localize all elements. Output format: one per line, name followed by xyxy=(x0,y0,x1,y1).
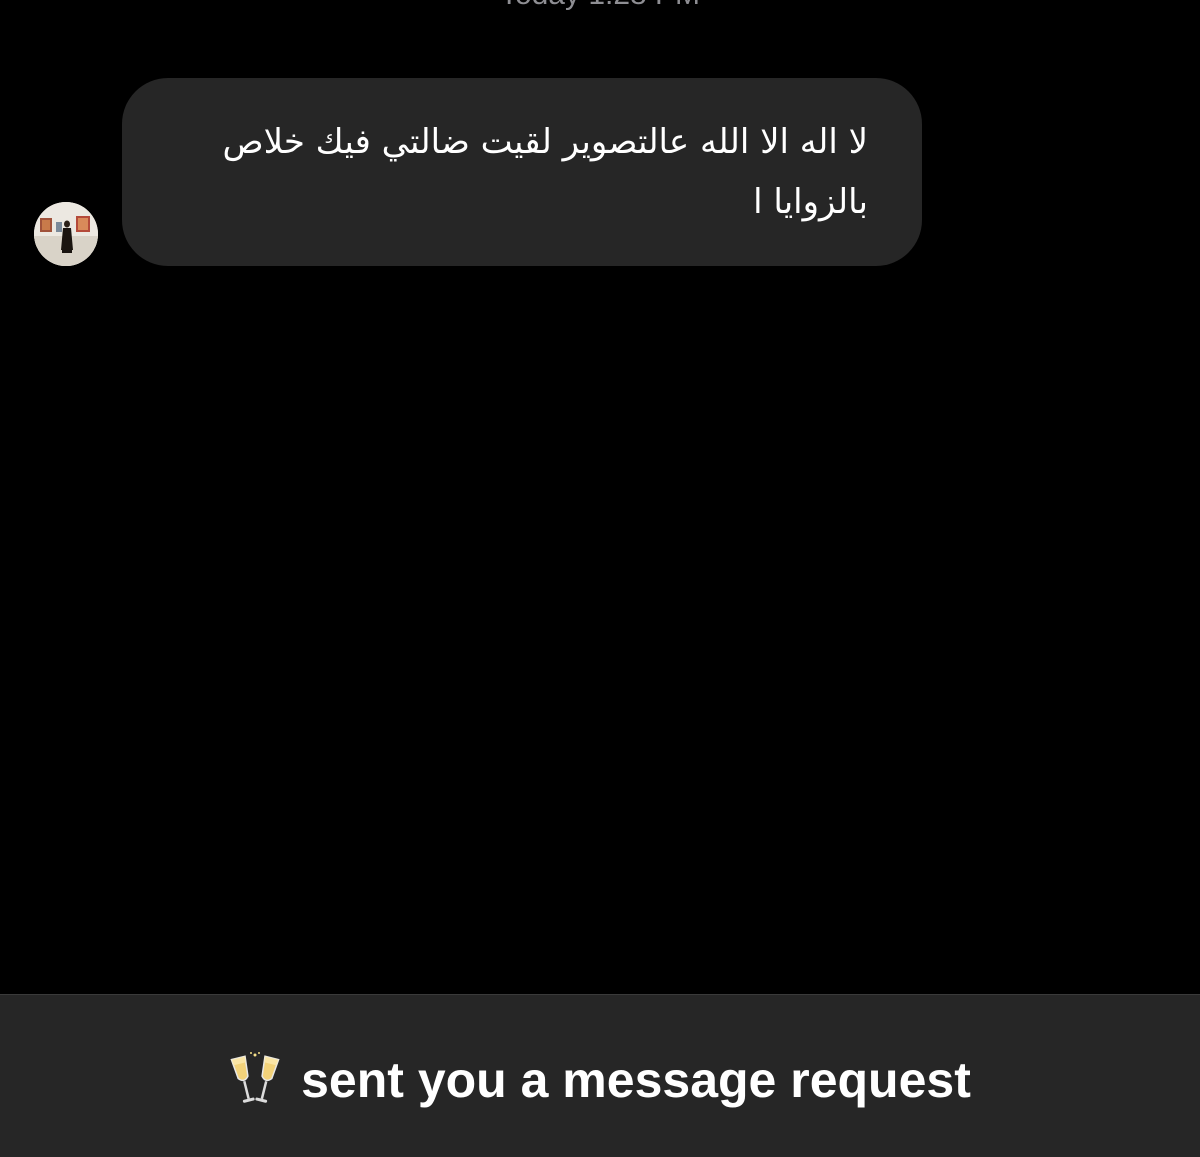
chat-screen: Today 1:28 PM لا اله الا الله عالتصوير ل… xyxy=(0,0,1200,1157)
message-bubble[interactable]: لا اله الا الله عالتصوير لقيت ضالتي فيك … xyxy=(122,78,922,266)
message-request-text: sent you a message request xyxy=(301,1052,971,1108)
avatar-photo-icon xyxy=(34,202,98,266)
clinking-glasses-icon xyxy=(229,1051,281,1109)
message-request-banner: sent you a message request xyxy=(0,994,1200,1157)
message-request-content: sent you a message request xyxy=(229,1051,971,1109)
avatar[interactable] xyxy=(34,202,98,266)
message-timestamp: Today 1:28 PM xyxy=(0,0,1200,12)
message-row: لا اله الا الله عالتصوير لقيت ضالتي فيك … xyxy=(34,78,922,266)
